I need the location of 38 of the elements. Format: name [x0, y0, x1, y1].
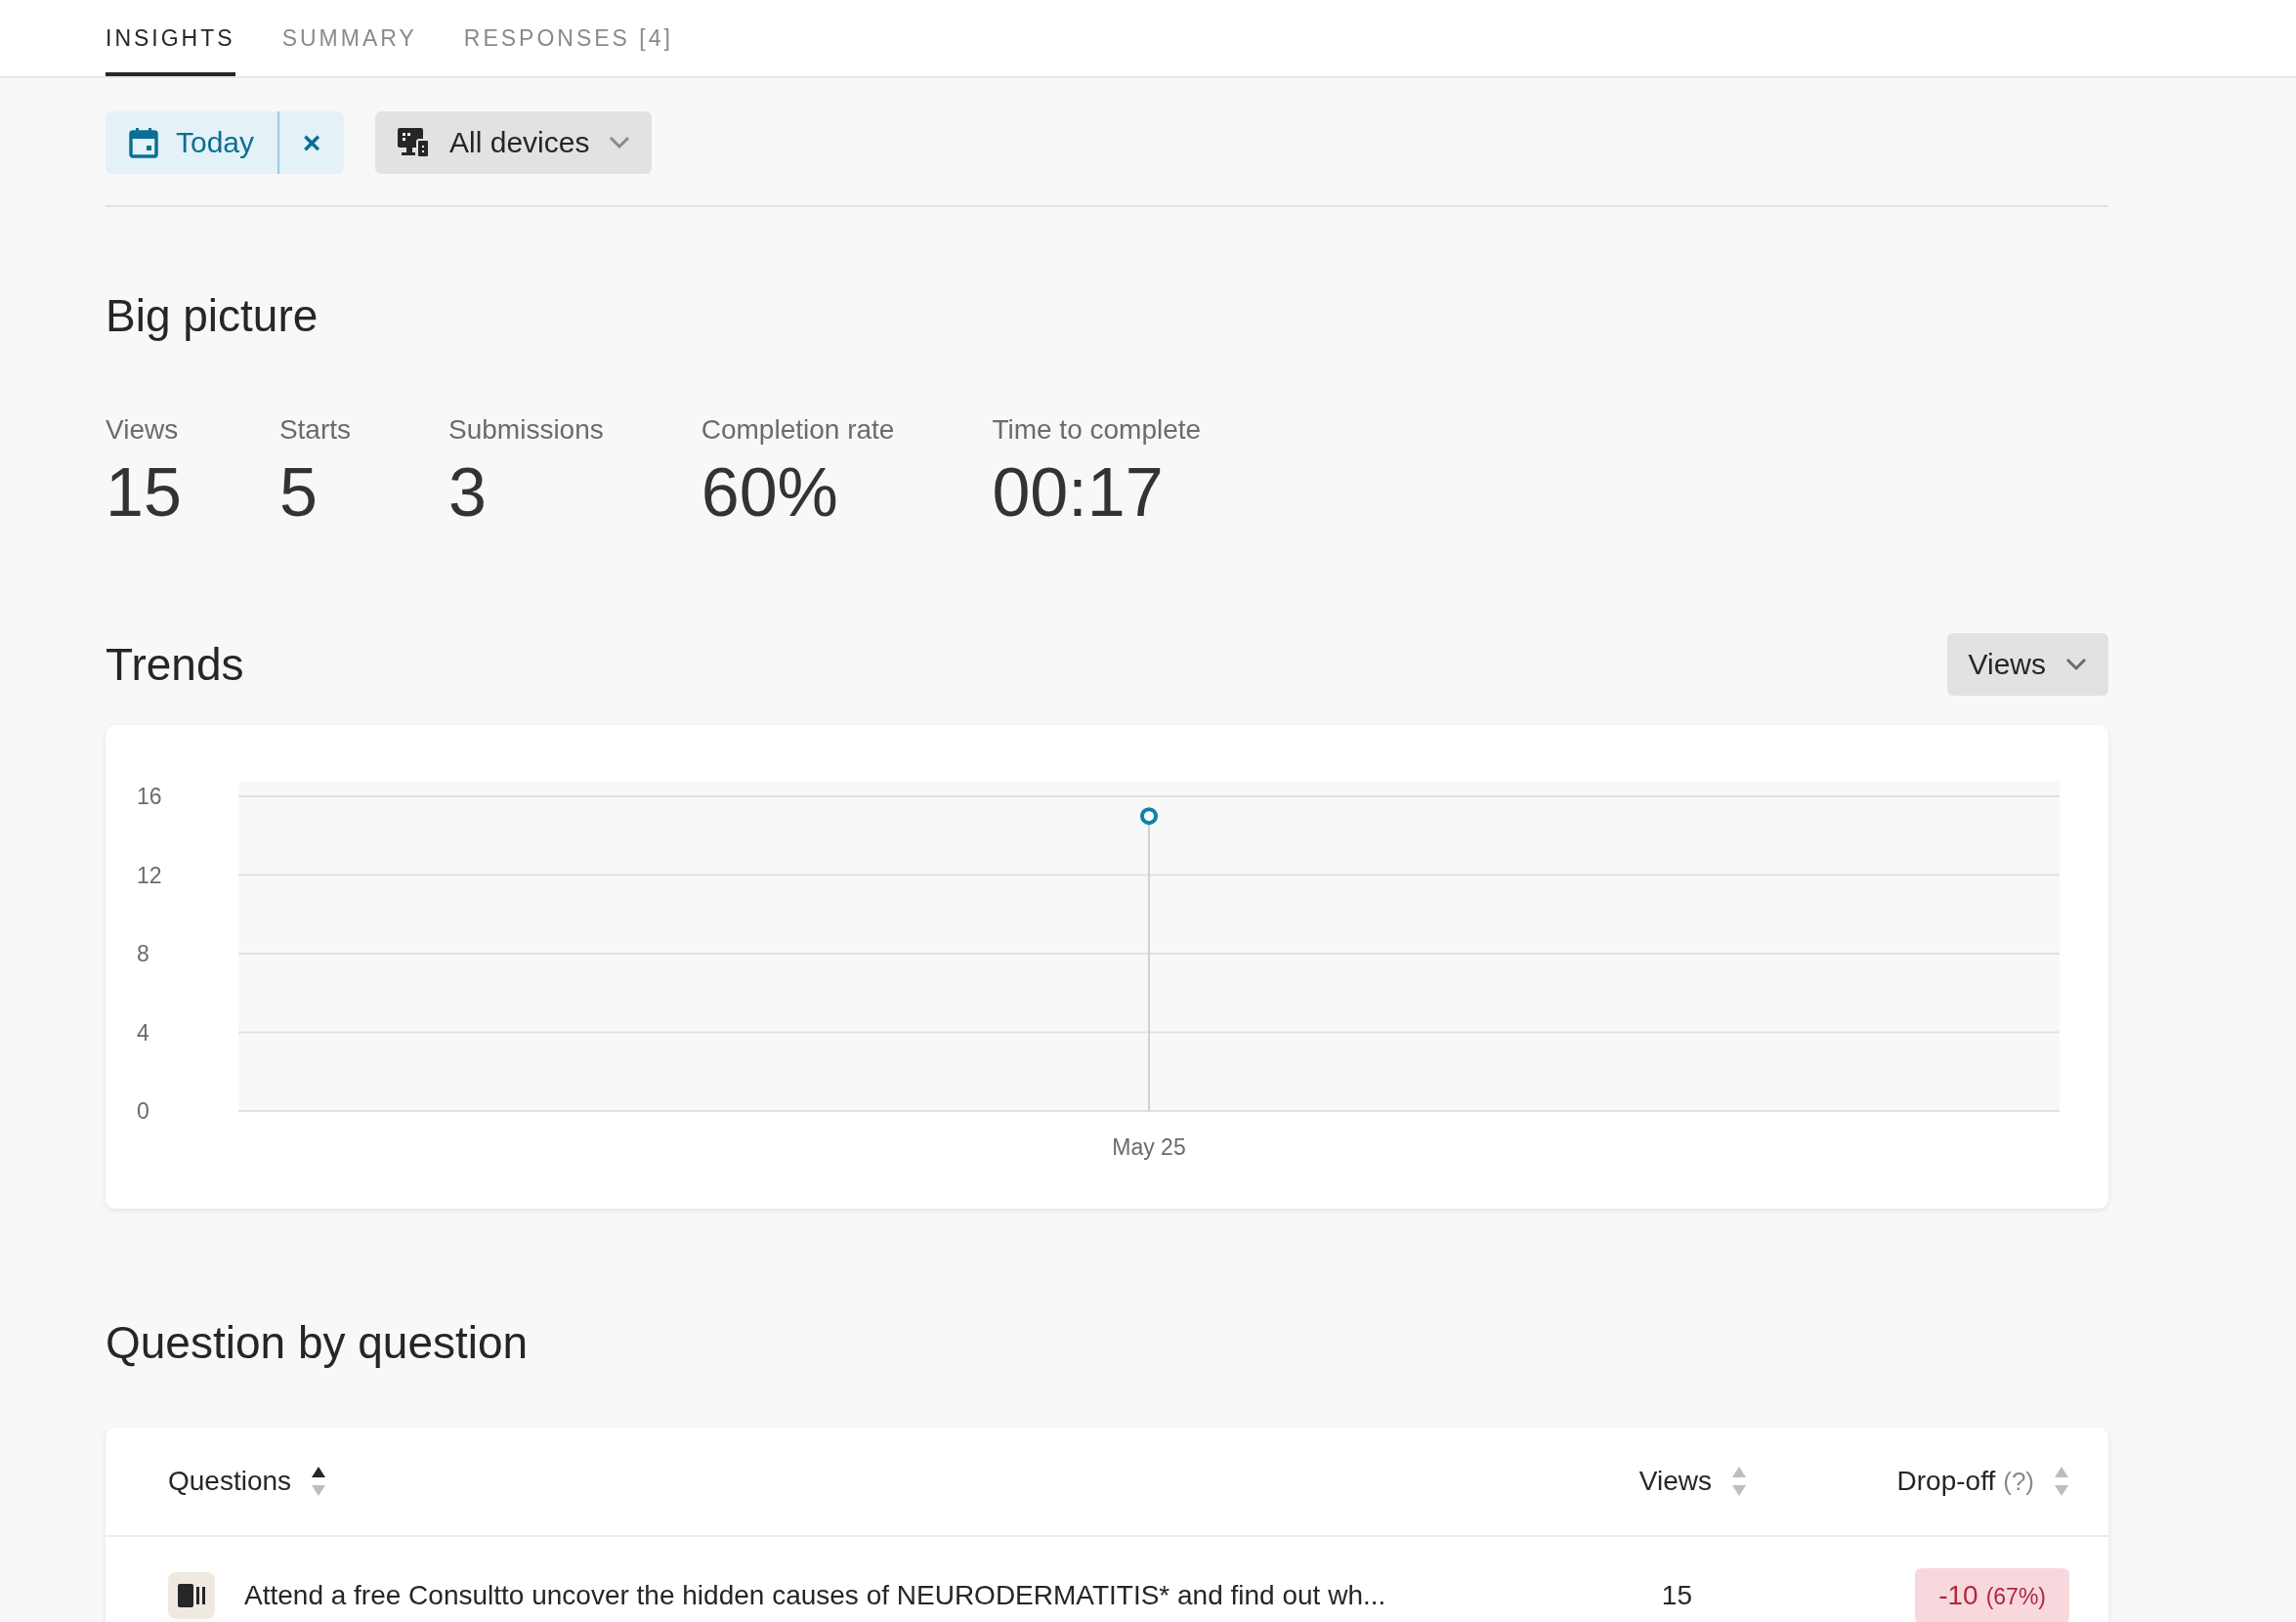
- dropoff-share: (67%): [1985, 1584, 2046, 1610]
- y-tick-label: 16: [137, 784, 162, 809]
- stat-label: Completion rate: [701, 414, 895, 446]
- data-point[interactable]: [1140, 807, 1158, 826]
- y-tick-label: 8: [137, 941, 149, 966]
- column-header[interactable]: Drop-off: [1896, 1466, 1996, 1497]
- tab[interactable]: INSIGHTS: [106, 0, 235, 76]
- column-header[interactable]: Views: [1638, 1466, 1712, 1497]
- devices-dropdown[interactable]: All devices: [375, 111, 653, 174]
- chevron-down-icon: [2065, 658, 2087, 671]
- x-tick-label: May 25: [1112, 1134, 1186, 1160]
- y-tick-label: 12: [137, 862, 162, 888]
- metric-dropdown[interactable]: Views: [1946, 633, 2108, 696]
- stat-value: 00:17: [992, 453, 1165, 532]
- stat-value: 60%: [701, 453, 839, 532]
- section-title: Question by question: [106, 1316, 530, 1369]
- stat-label: Views: [106, 414, 180, 446]
- clear-filter-button[interactable]: ×: [279, 111, 345, 174]
- section-title: Big picture: [106, 289, 319, 342]
- stat-label: Time to complete: [992, 414, 1202, 446]
- y-tick-label: 0: [137, 1098, 149, 1124]
- stat-value: 15: [106, 453, 182, 532]
- sort-icon[interactable]: [311, 1465, 327, 1498]
- calendar-icon: [129, 127, 158, 158]
- question-text: Attend a free Consultto uncover the hidden causes of NEURODERMATITIS* and find out wh...: [244, 1580, 1386, 1611]
- question-type-icon: [168, 1572, 215, 1619]
- views-cell-text: 15: [1660, 1580, 1693, 1611]
- stat-value: 5: [278, 453, 319, 532]
- column-header[interactable]: Questions: [168, 1466, 292, 1497]
- y-tick-label: 4: [137, 1019, 149, 1046]
- chevron-down-icon: [609, 136, 631, 149]
- dropoff-value: -10: [1938, 1580, 1978, 1611]
- stat-label: Submissions: [448, 414, 604, 446]
- date-filter-button[interactable]: Today: [106, 111, 280, 174]
- section-title: Trends: [106, 638, 244, 691]
- stat-label: Starts: [278, 414, 351, 446]
- stat-value: 3: [448, 453, 488, 532]
- devices-icon: [397, 127, 431, 158]
